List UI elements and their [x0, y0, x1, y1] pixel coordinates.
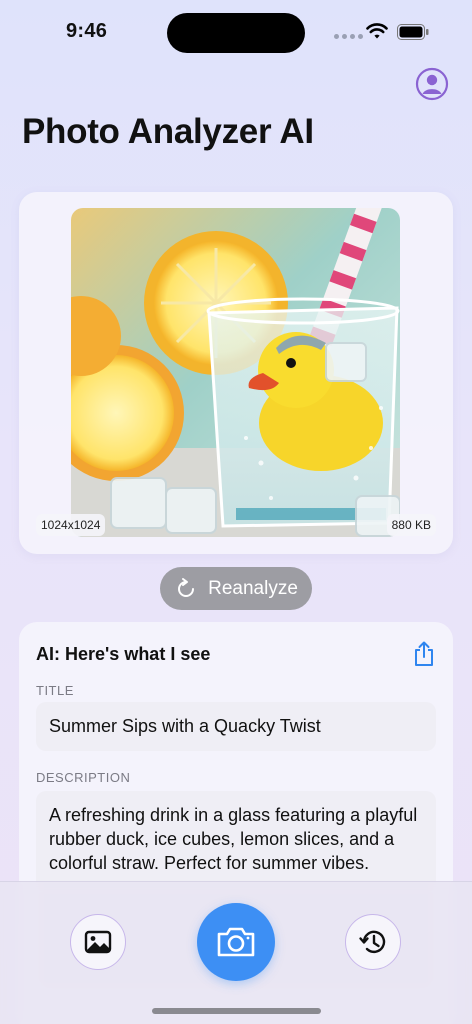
history-button[interactable]	[345, 914, 401, 970]
photo-illustration	[71, 208, 400, 537]
cellular-signal-icon	[334, 34, 363, 39]
camera-button[interactable]	[197, 903, 275, 981]
home-indicator[interactable]	[152, 1008, 321, 1014]
status-time: 9:46	[66, 20, 108, 42]
image-resolution-label: 1024x1024	[36, 514, 106, 536]
share-icon	[415, 641, 433, 666]
image-card: 1024x1024 880 KB	[19, 192, 453, 554]
dynamic-island	[167, 13, 305, 53]
gallery-button[interactable]	[70, 914, 126, 970]
reanalyze-label: Reanalyze	[208, 577, 298, 599]
battery-icon	[397, 24, 429, 40]
wifi-icon	[366, 23, 388, 39]
history-icon	[359, 930, 386, 954]
profile-button[interactable]	[415, 67, 449, 101]
image-file-size-label: 880 KB	[386, 514, 436, 536]
analyzed-photo[interactable]	[71, 208, 400, 537]
refresh-icon	[178, 577, 195, 597]
bottom-toolbar	[0, 881, 472, 1024]
reanalyze-button[interactable]: Reanalyze	[160, 567, 312, 610]
camera-icon	[217, 927, 255, 957]
status-bar: 9:46	[0, 0, 472, 60]
title-field[interactable]: Summer Sips with a Quacky Twist	[36, 702, 436, 751]
description-field-label: DESCRIPTION	[36, 770, 131, 785]
title-field-label: TITLE	[36, 683, 74, 698]
page-title: Photo Analyzer AI	[22, 112, 314, 151]
person-circle-icon	[415, 67, 449, 101]
share-button[interactable]	[413, 641, 435, 667]
photo-gallery-icon	[84, 930, 112, 954]
analysis-heading: AI: Here's what I see	[36, 644, 211, 664]
